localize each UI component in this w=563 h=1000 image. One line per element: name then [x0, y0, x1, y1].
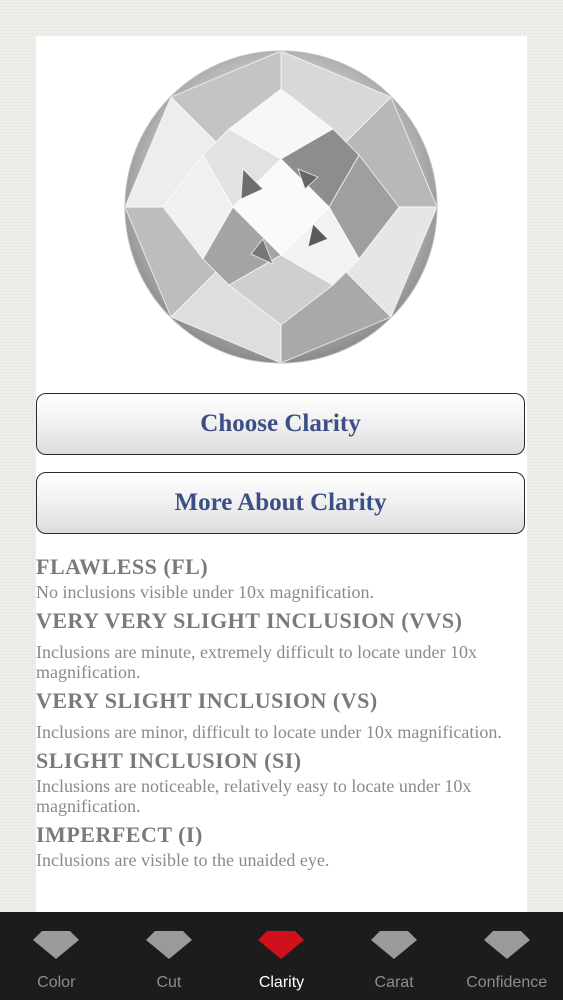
tab-cut[interactable]: Cut — [113, 912, 226, 1000]
grade-vs: VERY SLIGHT INCLUSION (VS) Inclusions ar… — [36, 686, 527, 742]
diamond-icon — [33, 931, 80, 959]
diamond-icon — [145, 931, 192, 959]
more-about-clarity-button[interactable]: More About Clarity — [36, 472, 525, 534]
grade-description: Inclusions are minor, difficult to locat… — [36, 722, 502, 742]
diamond-icon — [258, 931, 305, 959]
grade-description: Inclusions are noticeable, relatively ea… — [36, 776, 472, 816]
diamond-illustration — [124, 50, 438, 364]
tab-clarity[interactable]: Clarity — [225, 912, 338, 1000]
grade-title: VERY SLIGHT INCLUSION (VS) — [36, 688, 378, 713]
tab-carat[interactable]: Carat — [338, 912, 451, 1000]
grade-title: VERY VERY SLIGHT INCLUSION (VVS) — [36, 608, 463, 633]
tab-label: Clarity — [258, 974, 305, 991]
grade-fl: FLAWLESS (FL) No inclusions visible unde… — [36, 552, 527, 602]
tab-color[interactable]: Color — [0, 912, 113, 1000]
diamond-image — [123, 49, 439, 365]
grade-title: FLAWLESS (FL) — [36, 554, 209, 579]
content-panel: Choose Clarity More About Clarity FLAWLE… — [36, 36, 527, 912]
choose-clarity-button[interactable]: Choose Clarity — [36, 393, 525, 455]
grade-description: Inclusions are visible to the unaided ey… — [36, 850, 330, 870]
grade-si: SLIGHT INCLUSION (SI) Inclusions are not… — [36, 746, 527, 816]
diamond-icon — [371, 931, 418, 959]
grade-description: Inclusions are minute, extremely difficu… — [36, 642, 478, 682]
clarity-grades: FLAWLESS (FL) No inclusions visible unde… — [36, 552, 527, 874]
tab-label: Color — [37, 974, 76, 991]
grade-vvs: VERY VERY SLIGHT INCLUSION (VVS) Inclusi… — [36, 606, 527, 682]
tab-label: Confidence — [466, 974, 548, 991]
grade-title: SLIGHT INCLUSION (SI) — [36, 748, 302, 773]
tab-label: Cut — [156, 974, 182, 991]
grade-description: No inclusions visible under 10x magnific… — [36, 582, 374, 602]
grade-title: IMPERFECT (I) — [36, 822, 203, 847]
tab-bar: Color Cut Clarity Carat Confidence — [0, 912, 563, 1000]
grade-i: IMPERFECT (I) Inclusions are visible to … — [36, 820, 527, 870]
tab-confidence[interactable]: Confidence — [450, 912, 563, 1000]
diamond-icon — [483, 931, 530, 959]
tab-label: Carat — [374, 974, 414, 991]
